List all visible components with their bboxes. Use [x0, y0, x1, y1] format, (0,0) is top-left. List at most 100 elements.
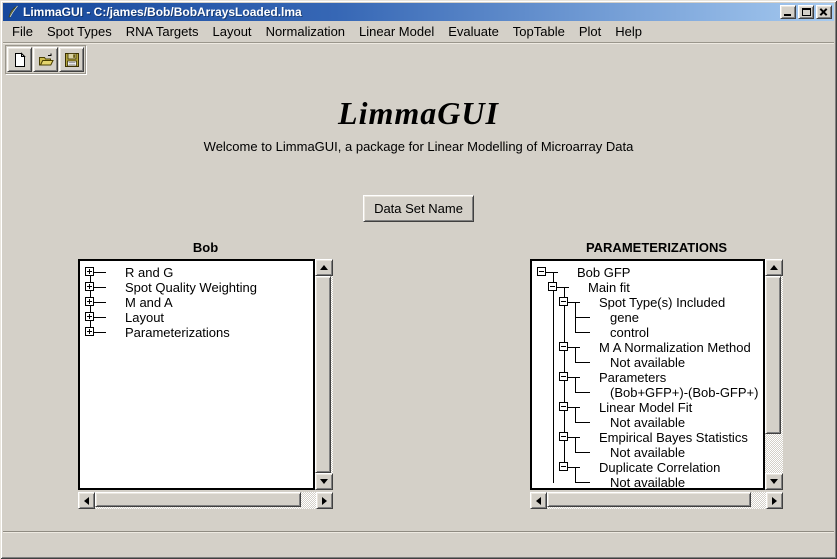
tree-connector-line — [94, 332, 106, 333]
scrollbar-track[interactable] — [765, 276, 783, 473]
tree-node-label[interactable]: Spot Type(s) Included — [599, 295, 725, 310]
scroll-down-button[interactable] — [315, 473, 333, 490]
tree-node-label[interactable]: Main fit — [588, 280, 630, 295]
tree-collapse-minus-icon[interactable] — [559, 297, 568, 306]
tree-connector-line — [94, 287, 106, 288]
parameterizations-tree[interactable]: Bob GFPMain fitSpot Type(s) Includedgene… — [530, 259, 765, 490]
scroll-left-button[interactable] — [530, 492, 547, 509]
tree-node-label[interactable]: Linear Model Fit — [599, 400, 692, 415]
tree-connector-line — [568, 347, 580, 348]
tree-collapse-minus-icon[interactable] — [559, 432, 568, 441]
tree-connector-line — [575, 467, 576, 482]
menu-item-help[interactable]: Help — [608, 22, 649, 41]
menu-item-normalization[interactable]: Normalization — [259, 22, 352, 41]
tree-node-label[interactable]: Layout — [125, 310, 164, 325]
tree-connector-line — [575, 362, 590, 363]
close-button[interactable] — [816, 5, 832, 19]
dataset-tree-horizontal-scrollbar[interactable] — [78, 492, 333, 509]
main-content: LimmaGUI Welcome to LimmaGUI, a package … — [3, 42, 834, 532]
tree-collapse-minus-icon[interactable] — [559, 342, 568, 351]
save-file-button[interactable] — [59, 47, 84, 72]
dataset-tree[interactable]: R and GSpot Quality WeightingM and ALayo… — [78, 259, 315, 490]
tree-connector-line — [546, 272, 558, 273]
tree-connector-line — [553, 272, 554, 483]
scrollbar-thumb[interactable] — [765, 276, 781, 434]
menu-item-linear-model[interactable]: Linear Model — [352, 22, 441, 41]
tree-node-label[interactable]: Duplicate Correlation — [599, 460, 720, 475]
tree-connector-line — [575, 332, 590, 333]
tree-collapse-minus-icon[interactable] — [559, 462, 568, 471]
maximize-button[interactable] — [798, 5, 814, 19]
tree-node-label[interactable]: Not available — [610, 445, 685, 460]
tree-expand-plus-icon[interactable] — [85, 327, 94, 336]
menu-item-evaluate[interactable]: Evaluate — [441, 22, 506, 41]
tree-collapse-minus-icon[interactable] — [537, 267, 546, 276]
menu-item-file[interactable]: File — [5, 22, 40, 41]
open-folder-icon — [38, 52, 54, 68]
toolbar — [5, 45, 86, 74]
tree-node-label[interactable]: Parameterizations — [125, 325, 230, 340]
arrow-right-icon — [322, 497, 327, 505]
tree-node-label[interactable]: gene — [610, 310, 639, 325]
scrollbar-track[interactable] — [315, 276, 333, 473]
page-title: LimmaGUI — [3, 95, 834, 132]
scroll-down-button[interactable] — [765, 473, 783, 490]
arrow-up-icon — [770, 265, 778, 270]
tree-node-label[interactable]: M and A — [125, 295, 173, 310]
tree-connector-line — [575, 377, 576, 392]
save-floppy-icon — [64, 52, 80, 68]
tree-connector-line — [575, 347, 576, 362]
tree-connector-line — [575, 317, 590, 318]
tree-expand-plus-icon[interactable] — [85, 297, 94, 306]
scroll-right-button[interactable] — [316, 492, 333, 509]
tree-collapse-minus-icon[interactable] — [559, 402, 568, 411]
tree-node-label[interactable]: Not available — [610, 355, 685, 370]
tree-expand-plus-icon[interactable] — [85, 282, 94, 291]
menu-item-spot-types[interactable]: Spot Types — [40, 22, 119, 41]
scroll-right-button[interactable] — [766, 492, 783, 509]
menu-item-rna-targets[interactable]: RNA Targets — [119, 22, 206, 41]
tree-node-label[interactable]: Not available — [610, 415, 685, 430]
maximize-icon — [802, 8, 811, 16]
scrollbar-track[interactable] — [95, 492, 316, 509]
menu-bar: FileSpot TypesRNA TargetsLayoutNormaliza… — [3, 21, 834, 42]
menu-item-toptable[interactable]: TopTable — [506, 22, 572, 41]
tree-expand-plus-icon[interactable] — [85, 312, 94, 321]
parameterizations-tree-vertical-scrollbar[interactable] — [765, 259, 783, 490]
tree-collapse-minus-icon[interactable] — [548, 282, 557, 291]
tree-connector-line — [568, 437, 580, 438]
open-file-button[interactable] — [33, 47, 58, 72]
tree-node-label[interactable]: Empirical Bayes Statistics — [599, 430, 748, 445]
scrollbar-track[interactable] — [547, 492, 766, 509]
title-bar[interactable]: LimmaGUI - C:/james/Bob/BobArraysLoaded.… — [3, 3, 834, 21]
tree-node-label[interactable]: Not available — [610, 475, 685, 490]
data-set-name-button[interactable]: Data Set Name — [363, 195, 474, 222]
scroll-left-button[interactable] — [78, 492, 95, 509]
tree-node-label[interactable]: Spot Quality Weighting — [125, 280, 257, 295]
tree-node-label[interactable]: Bob GFP — [577, 265, 630, 280]
arrow-left-icon — [84, 497, 89, 505]
tree-node-label[interactable]: (Bob+GFP+)-(Bob-GFP+) — [610, 385, 758, 400]
scrollbar-thumb[interactable] — [547, 492, 751, 507]
tree-connector-line — [575, 452, 590, 453]
minimize-icon — [784, 14, 791, 16]
scrollbar-thumb[interactable] — [95, 492, 301, 507]
parameterizations-tree-horizontal-scrollbar[interactable] — [530, 492, 783, 509]
scroll-up-button[interactable] — [315, 259, 333, 276]
tree-node-label[interactable]: M A Normalization Method — [599, 340, 751, 355]
minimize-button[interactable] — [780, 5, 796, 19]
tree-expand-plus-icon[interactable] — [85, 267, 94, 276]
tree-connector-line — [568, 407, 580, 408]
tree-node-label[interactable]: Parameters — [599, 370, 666, 385]
new-file-button[interactable] — [7, 47, 32, 72]
scrollbar-thumb[interactable] — [315, 276, 331, 473]
scroll-up-button[interactable] — [765, 259, 783, 276]
menu-item-layout[interactable]: Layout — [206, 22, 259, 41]
menu-item-plot[interactable]: Plot — [572, 22, 608, 41]
dataset-tree-vertical-scrollbar[interactable] — [315, 259, 333, 490]
tree-collapse-minus-icon[interactable] — [559, 372, 568, 381]
tree-node-label[interactable]: control — [610, 325, 649, 340]
tree-node-label[interactable]: R and G — [125, 265, 173, 280]
new-file-icon — [12, 52, 28, 68]
application-window: LimmaGUI - C:/james/Bob/BobArraysLoaded.… — [0, 0, 837, 559]
